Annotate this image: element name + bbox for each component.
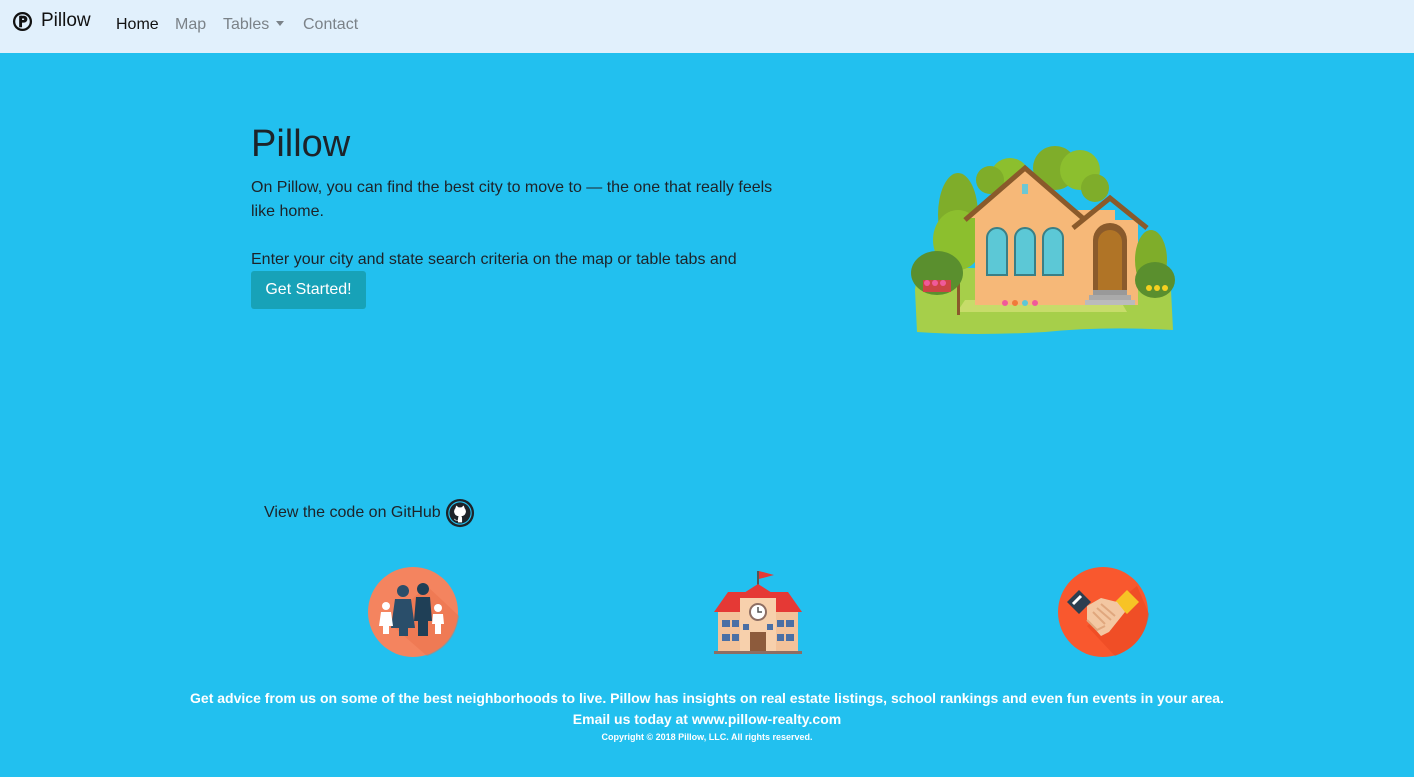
hero-title: Pillow xyxy=(251,123,351,165)
github-icon xyxy=(445,498,474,528)
school-icon xyxy=(714,571,802,654)
brand-link[interactable]: Pillow xyxy=(12,9,91,33)
github-label: View the code on GitHub xyxy=(264,504,441,521)
nav-contact[interactable]: Contact xyxy=(303,15,358,34)
footer-email: Email us today at www.pillow-realty.com xyxy=(572,711,842,727)
pillow-logo-icon xyxy=(12,11,33,31)
nav-tables-label: Tables xyxy=(223,16,270,33)
brand-name: Pillow xyxy=(41,10,91,31)
get-started-button[interactable]: Get Started! xyxy=(251,271,366,309)
family-icon xyxy=(368,567,459,657)
nav-home[interactable]: Home xyxy=(116,15,159,34)
navbar: Pillow Home Map Tables Contact xyxy=(0,0,1414,53)
hero-description: On Pillow, you can find the best city to… xyxy=(251,179,773,220)
footer-copyright: Copyright © 2018 Pillow, LLC. All rights… xyxy=(601,732,813,742)
nav-map[interactable]: Map xyxy=(175,15,206,34)
handshake-icon xyxy=(1058,567,1149,657)
github-link[interactable]: View the code on GitHub xyxy=(264,497,475,529)
footer-advice: Get advice from us on some of the best n… xyxy=(190,690,1224,706)
hero-cta-text: Enter your city and state search criteri… xyxy=(251,251,737,268)
house-illustration xyxy=(911,146,1175,334)
caret-down-icon xyxy=(276,21,285,26)
nav-tables-dropdown[interactable]: Tables xyxy=(223,15,285,34)
